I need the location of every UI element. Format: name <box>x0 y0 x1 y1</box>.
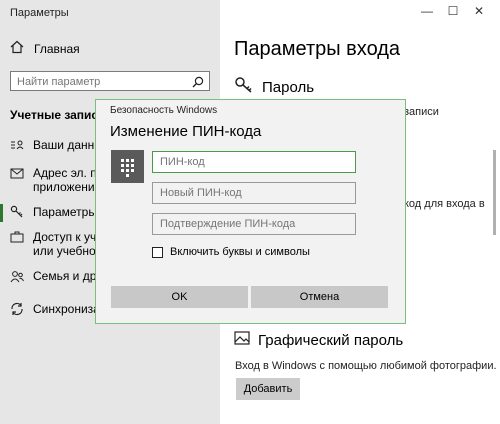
section-title: Учетные записи <box>10 108 106 122</box>
picture-password-description: Вход в Windows с помощью любимой фотогра… <box>235 360 497 372</box>
sidebar-item-family[interactable]: Семья и друг <box>10 269 107 283</box>
home-icon <box>10 40 24 57</box>
key-icon <box>10 205 24 219</box>
new-pin-input[interactable] <box>153 183 357 203</box>
confirm-pin-field[interactable] <box>152 213 357 235</box>
picture-password-heading: Графический пароль <box>234 331 403 349</box>
ok-button[interactable]: OK <box>111 286 248 308</box>
dialog-app-name: Безопасность Windows <box>110 105 218 116</box>
search-box[interactable] <box>10 71 210 91</box>
briefcase-icon <box>10 230 24 244</box>
pin-input[interactable] <box>153 152 357 172</box>
sidebar-item-sync[interactable]: Синхронизац <box>10 302 107 316</box>
sidebar-item-work-access[interactable]: Доступ к учет или учебного <box>10 230 108 258</box>
image-icon <box>234 331 250 349</box>
password-heading-label: Пароль <box>262 78 315 96</box>
change-pin-dialog: Безопасность Windows Изменение ПИН-кода … <box>95 99 406 324</box>
key-icon <box>234 76 254 98</box>
mail-icon <box>10 166 24 180</box>
sidebar-item-sign-in-options[interactable]: Параметры в <box>10 205 107 219</box>
partial-text: код для входа в <box>404 198 485 210</box>
minimize-button[interactable]: — <box>416 2 438 20</box>
page-title: Параметры входа <box>234 38 401 60</box>
dialog-title: Изменение ПИН-кода <box>110 123 262 140</box>
new-pin-field[interactable] <box>152 182 357 204</box>
close-button[interactable]: ✕ <box>468 2 490 20</box>
letters-symbols-checkbox[interactable] <box>152 246 163 258</box>
partial-text: записи <box>404 106 439 118</box>
confirm-pin-input[interactable] <box>153 214 357 234</box>
sync-icon <box>10 302 24 316</box>
scrollbar[interactable] <box>493 150 496 235</box>
maximize-button[interactable]: ☐ <box>442 2 464 20</box>
letters-symbols-option[interactable]: Включить буквы и символы <box>152 246 310 258</box>
cancel-button[interactable]: Отмена <box>251 286 388 308</box>
letters-symbols-label: Включить буквы и символы <box>170 246 310 258</box>
home-link[interactable]: Главная <box>10 40 80 57</box>
add-button[interactable]: Добавить <box>236 378 300 400</box>
search-input[interactable] <box>11 73 193 91</box>
password-heading: Пароль <box>234 76 314 98</box>
picture-password-label: Графический пароль <box>258 331 404 349</box>
pin-field[interactable] <box>152 151 357 173</box>
window-title: Параметры <box>10 7 69 19</box>
person-card-icon <box>10 138 24 152</box>
keypad-icon <box>111 150 144 183</box>
people-icon <box>10 269 24 283</box>
home-label: Главная <box>34 41 80 56</box>
active-indicator <box>0 204 3 222</box>
search-icon[interactable] <box>192 75 204 93</box>
